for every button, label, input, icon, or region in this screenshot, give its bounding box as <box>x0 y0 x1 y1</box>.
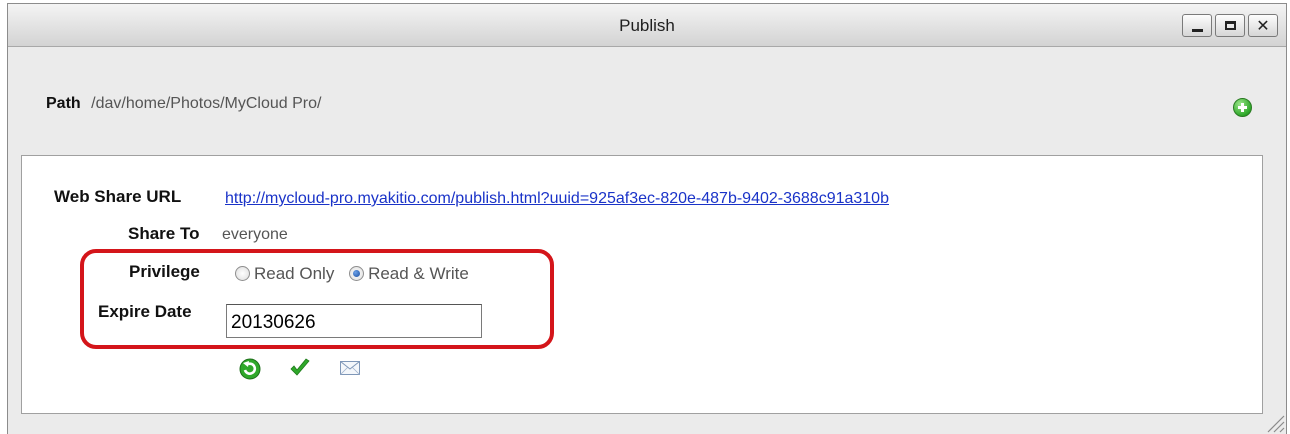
read-only-label: Read Only <box>254 264 335 283</box>
resize-grip[interactable] <box>1262 410 1286 434</box>
window-controls: ✕ <box>1182 14 1278 37</box>
expire-date-input[interactable] <box>226 304 482 338</box>
privilege-read-only-option[interactable]: Read Only <box>235 264 339 283</box>
refresh-icon[interactable] <box>238 356 262 380</box>
read-write-label: Read & Write <box>368 264 469 283</box>
close-icon: ✕ <box>1256 15 1270 35</box>
privilege-options: Read Only Read & Write <box>235 264 469 284</box>
read-write-radio[interactable] <box>349 266 365 281</box>
checkmark-icon[interactable] <box>288 356 312 380</box>
window-title: Publish <box>619 16 675 35</box>
add-icon[interactable] <box>1233 98 1252 117</box>
path-value: /dav/home/Photos/MyCloud Pro/ <box>91 95 322 112</box>
maximize-button[interactable] <box>1215 14 1245 37</box>
web-share-url-label: Web Share URL <box>54 187 182 206</box>
close-button[interactable]: ✕ <box>1248 14 1278 37</box>
web-share-url-link[interactable]: http://mycloud-pro.myakitio.com/publish.… <box>225 190 889 207</box>
privilege-read-write-option[interactable]: Read & Write <box>349 264 469 283</box>
share-to-label: Share To <box>128 224 200 243</box>
minimize-icon <box>1191 28 1203 32</box>
path-row: Path /dav/home/Photos/MyCloud Pro/ <box>46 95 321 113</box>
envelope-icon[interactable] <box>338 356 362 380</box>
path-label: Path <box>46 95 81 112</box>
expire-date-label: Expire Date <box>98 302 192 321</box>
minimize-button[interactable] <box>1182 14 1212 37</box>
share-to-value: everyone <box>222 226 288 243</box>
read-only-radio[interactable] <box>235 266 250 281</box>
privilege-label: Privilege <box>129 262 200 281</box>
maximize-icon <box>1224 21 1236 30</box>
title-bar[interactable]: Publish ✕ <box>8 4 1286 47</box>
